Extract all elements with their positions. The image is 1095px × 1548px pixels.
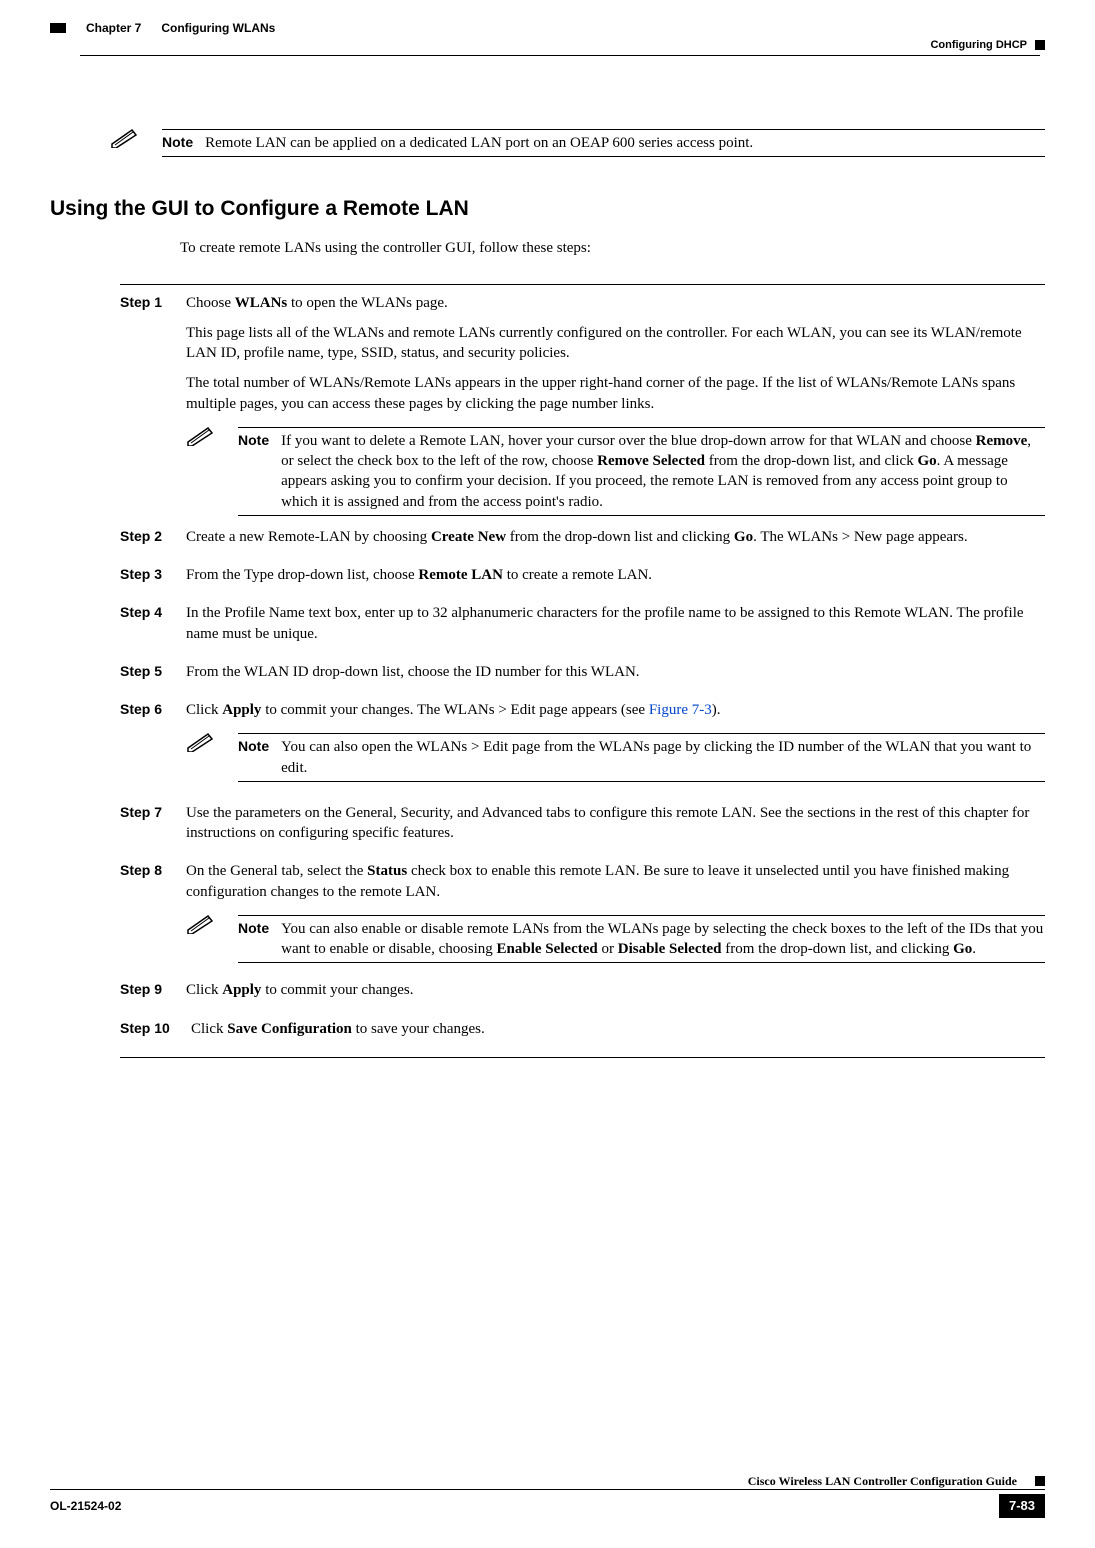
step-8-note-text: You can also enable or disable remote LA…	[281, 919, 1045, 960]
step-1-p2: This page lists all of the WLANs and rem…	[186, 323, 1045, 364]
footer-chip	[1035, 1476, 1045, 1486]
step-2-label: Step 2	[120, 527, 170, 557]
steps-top-rule	[120, 284, 1045, 285]
figure-link[interactable]: Figure 7-3	[649, 702, 712, 718]
step-1-note-text: If you want to delete a Remote LAN, hove…	[281, 431, 1045, 512]
pencil-icon	[186, 730, 216, 752]
step-6-label: Step 6	[120, 700, 170, 785]
note-label: Note	[238, 919, 269, 960]
pencil-icon	[186, 912, 216, 934]
chapter-number: Chapter 7	[86, 20, 141, 36]
step-7: Step 7 Use the parameters on the General…	[50, 803, 1045, 854]
step-4: Step 4 In the Profile Name text box, ent…	[50, 603, 1045, 654]
step-9-text: Click Apply to commit your changes.	[186, 980, 1045, 1000]
step-4-label: Step 4	[120, 603, 170, 654]
step-7-text: Use the parameters on the General, Secur…	[186, 803, 1045, 844]
step-6: Step 6 Click Apply to commit your change…	[50, 700, 1045, 785]
chapter-title: Configuring WLANs	[161, 20, 275, 36]
step-3-label: Step 3	[120, 565, 170, 595]
doc-number: OL-21524-02	[50, 1498, 121, 1514]
step-5-text: From the WLAN ID drop-down list, choose …	[186, 662, 1045, 682]
step-10-text: Click Save Configuration to save your ch…	[191, 1019, 1045, 1039]
step-7-label: Step 7	[120, 803, 170, 854]
note-label: Note	[238, 431, 269, 512]
step-5: Step 5 From the WLAN ID drop-down list, …	[50, 662, 1045, 692]
header-chip-right	[1035, 40, 1045, 50]
page-number: 7-83	[999, 1494, 1045, 1518]
step-2-text: Create a new Remote-LAN by choosing Crea…	[186, 527, 1045, 547]
step-8-label: Step 8	[120, 861, 170, 966]
intro-text: To create remote LANs using the controll…	[50, 238, 1045, 258]
note-block: Note Remote LAN can be applied on a dedi…	[50, 126, 1045, 160]
step-3: Step 3 From the Type drop-down list, cho…	[50, 565, 1045, 595]
section-heading: Using the GUI to Configure a Remote LAN	[50, 195, 1045, 223]
step-8: Step 8 On the General tab, select the St…	[50, 861, 1045, 966]
pencil-icon	[110, 126, 140, 148]
page-footer: Cisco Wireless LAN Controller Configurat…	[50, 1473, 1045, 1518]
step-5-label: Step 5	[120, 662, 170, 692]
step-6-note-text: You can also open the WLANs > Edit page …	[281, 737, 1045, 778]
step-10-label: Step 10	[120, 1019, 175, 1049]
steps-bottom-rule	[120, 1057, 1045, 1058]
step-1-label: Step 1	[120, 293, 170, 519]
note-text: Remote LAN can be applied on a dedicated…	[205, 133, 1045, 153]
pencil-icon	[186, 424, 216, 446]
step-6-note: Note You can also open the WLANs > Edit …	[186, 730, 1045, 785]
step-1: Step 1 Choose WLANs to open the WLANs pa…	[50, 293, 1045, 519]
page-header: Chapter 7 Configuring WLANs Configuring …	[50, 0, 1045, 53]
note-label: Note	[238, 737, 269, 778]
step-6-text: Click Apply to commit your changes. The …	[186, 700, 1045, 720]
step-8-note: Note You can also enable or disable remo…	[186, 912, 1045, 967]
section-path: Configuring DHCP	[930, 38, 1027, 53]
step-10: Step 10 Click Save Configuration to save…	[50, 1019, 1045, 1049]
step-1-note: Note If you want to delete a Remote LAN,…	[186, 424, 1045, 519]
step-2: Step 2 Create a new Remote-LAN by choosi…	[50, 527, 1045, 557]
step-1-p3: The total number of WLANs/Remote LANs ap…	[186, 373, 1045, 414]
header-chip	[50, 23, 66, 33]
step-9-label: Step 9	[120, 980, 170, 1010]
step-3-text: From the Type drop-down list, choose Rem…	[186, 565, 1045, 585]
step-8-text: On the General tab, select the Status ch…	[186, 861, 1045, 902]
step-1-p1: Choose WLANs to open the WLANs page.	[186, 293, 1045, 313]
note-label: Note	[162, 133, 193, 153]
step-9: Step 9 Click Apply to commit your change…	[50, 980, 1045, 1010]
book-title: Cisco Wireless LAN Controller Configurat…	[748, 1473, 1027, 1489]
step-4-text: In the Profile Name text box, enter up t…	[186, 603, 1045, 644]
